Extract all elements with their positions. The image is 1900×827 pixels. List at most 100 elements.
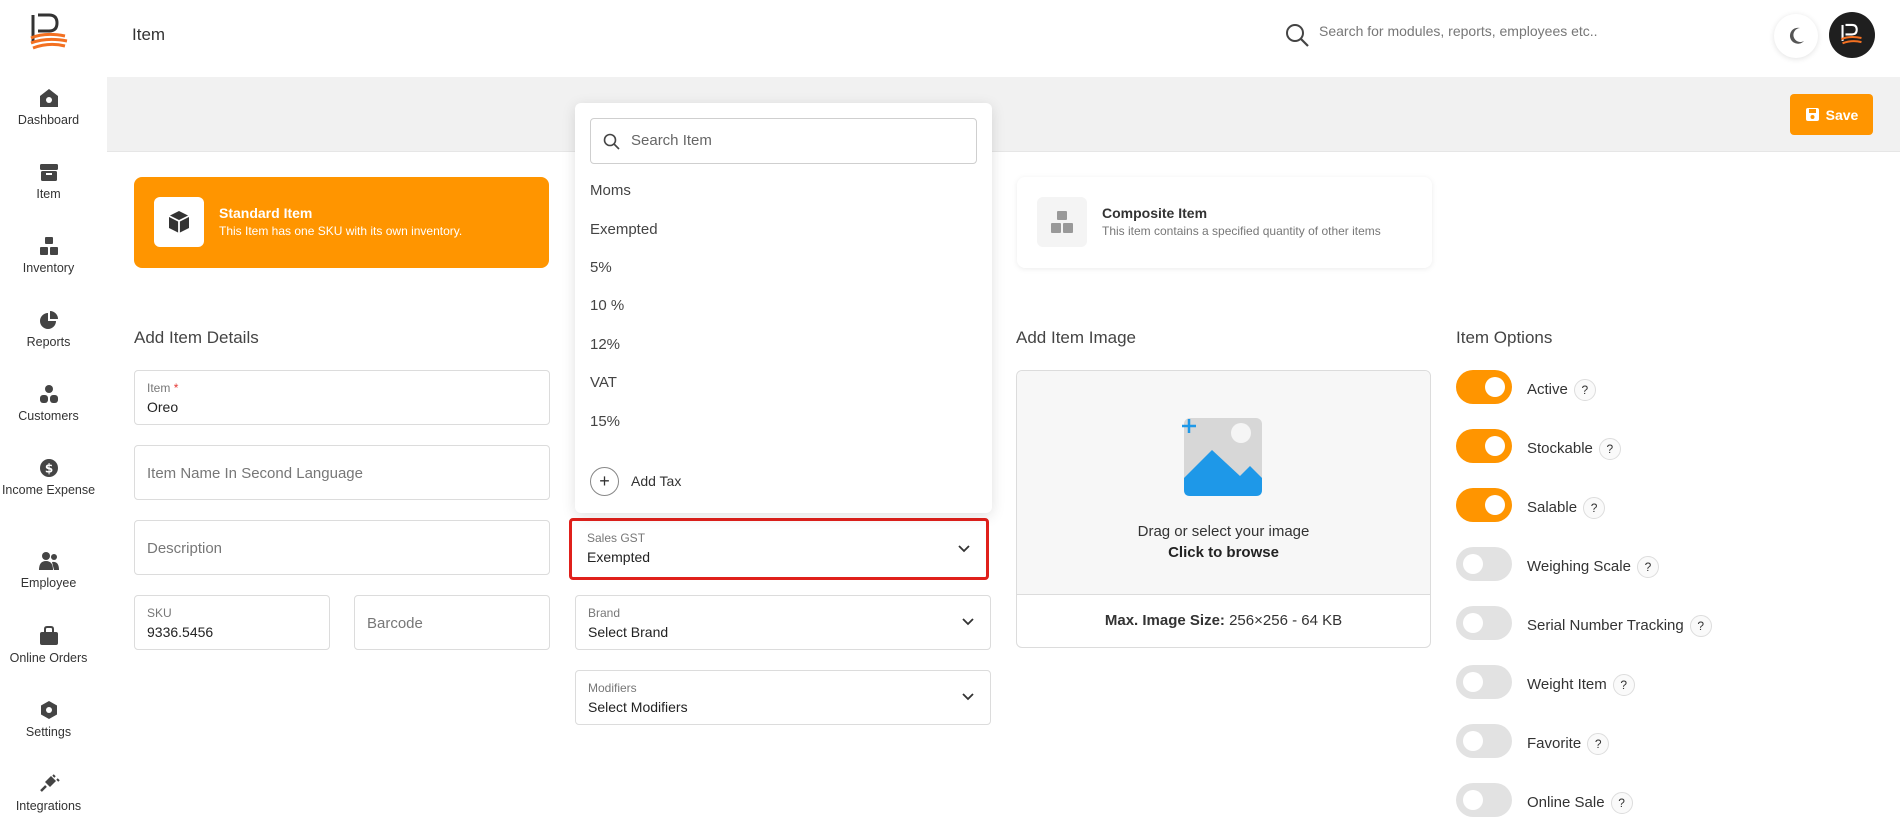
brand-select[interactable]: Brand Select Brand [575, 595, 991, 650]
global-search [1274, 20, 1674, 50]
dropdown-option-12[interactable]: 12% [590, 331, 980, 359]
help-icon[interactable]: ? [1583, 497, 1606, 519]
sidebar-item-income-expense[interactable]: $ Income Expense [0, 458, 97, 499]
item-name-field[interactable]: Item * Oreo [134, 370, 550, 425]
cube-icon [168, 211, 190, 233]
user-logo-icon [1840, 23, 1862, 45]
sidebar-item-label: Integrations [15, 799, 82, 813]
help-icon[interactable]: ? [1636, 556, 1659, 578]
option-label: Favorite? [1527, 733, 1610, 755]
sidebar-item-dashboard[interactable]: Dashboard [0, 88, 97, 129]
card-description: This item contains a specified quantity … [1102, 224, 1381, 238]
composite-item-card[interactable]: Composite Item This item contains a spec… [1017, 177, 1432, 268]
weighing-scale-toggle[interactable] [1456, 547, 1512, 581]
brand-value: Select Brand [588, 624, 669, 640]
brand-label: Brand [588, 606, 621, 620]
help-icon[interactable]: ? [1612, 674, 1635, 696]
barcode-field[interactable]: Barcode [354, 595, 550, 650]
sidebar-item-employee[interactable]: Employee [0, 551, 97, 592]
dropdown-option-moms[interactable]: Moms [590, 177, 980, 205]
floppy-icon [1805, 108, 1819, 121]
moon-icon [1789, 27, 1804, 44]
option-label: Online Sale? [1527, 792, 1633, 814]
drag-image-text: Drag or select your image [1137, 523, 1310, 540]
sidebar-item-reports[interactable]: Reports [0, 310, 97, 351]
sales-gst-dropdown-menu: Moms Exempted 5% 10 % 12% VAT 15% + Add … [575, 103, 992, 513]
modifiers-value: Select Modifiers [588, 699, 688, 715]
sidebar-item-label: Reports [26, 335, 71, 349]
sidebar-item-customers[interactable]: Customers [0, 384, 97, 425]
theme-toggle-button[interactable] [1774, 14, 1818, 58]
sidebar-item-label: Online Orders [9, 651, 88, 665]
sidebar-item-integrations[interactable]: Integrations [0, 774, 97, 815]
help-icon[interactable]: ? [1689, 615, 1712, 637]
search-icon[interactable] [1284, 22, 1310, 48]
page-title: Item [132, 25, 166, 44]
card-description: This Item has one SKU with its own inven… [219, 224, 463, 238]
composite-item-icon-box [1037, 197, 1087, 247]
salable-toggle[interactable] [1456, 488, 1512, 522]
option-label: Weight Item? [1527, 674, 1635, 696]
sidebar-item-settings[interactable]: Settings [0, 700, 97, 741]
stockable-toggle[interactable] [1456, 429, 1512, 463]
avatar[interactable] [1829, 12, 1875, 58]
chevron-down-icon [958, 545, 970, 553]
help-icon[interactable]: ? [1610, 792, 1633, 814]
serial-number-tracking-toggle[interactable] [1456, 606, 1512, 640]
chevron-down-icon [962, 618, 974, 626]
top-header: Item [107, 0, 1900, 77]
modifiers-select[interactable]: Modifiers Select Modifiers [575, 670, 991, 725]
description-placeholder: Description [147, 540, 223, 557]
gear-icon [40, 701, 57, 719]
help-icon[interactable]: ? [1573, 379, 1596, 401]
help-icon[interactable]: ? [1598, 438, 1621, 460]
active-toggle[interactable] [1456, 370, 1512, 404]
dashboard-icon [39, 89, 58, 107]
save-button-label: Save [1825, 106, 1859, 123]
help-icon[interactable]: ? [1587, 733, 1610, 755]
standard-item-card[interactable]: Standard Item This Item has one SKU with… [134, 177, 549, 268]
online-sale-toggle[interactable] [1456, 783, 1512, 817]
sales-gst-select[interactable]: Sales GST Exempted [569, 518, 989, 580]
dollar-icon: $ [39, 459, 58, 477]
inventory-icon [39, 237, 58, 255]
second-language-placeholder: Item Name In Second Language [147, 465, 363, 482]
dropdown-option-5[interactable]: 5% [590, 254, 980, 282]
click-to-browse-link[interactable]: Click to browse [1017, 544, 1430, 561]
sidebar-item-label: Dashboard [17, 113, 80, 127]
sidebar-item-online-orders[interactable]: Online Orders [0, 626, 97, 667]
add-tax-label: Add Tax [631, 473, 682, 489]
dropdown-option-vat[interactable]: VAT [590, 369, 980, 397]
dropdown-option-15[interactable]: 15% [590, 408, 980, 436]
employee-icon [38, 552, 59, 570]
sidebar-item-label: Income Expense [1, 483, 96, 497]
add-tax-button[interactable]: + Add Tax [590, 467, 790, 497]
bag-icon [39, 626, 58, 645]
sidebar-item-inventory[interactable]: Inventory [0, 236, 97, 277]
image-dropzone[interactable]: Drag or select your image Click to brows… [1017, 371, 1430, 595]
dropdown-option-exempted[interactable]: Exempted [590, 216, 980, 244]
sku-field[interactable]: SKU 9336.5456 [134, 595, 330, 650]
sales-gst-label: Sales GST [587, 531, 646, 545]
sidebar-item-item[interactable]: Item [0, 162, 97, 203]
standard-item-icon-box [154, 197, 204, 247]
dropdown-option-10[interactable]: 10 % [590, 292, 980, 320]
card-title: Standard Item [219, 205, 313, 221]
description-field[interactable]: Description [134, 520, 550, 575]
favorite-toggle[interactable] [1456, 724, 1512, 758]
plus-circle-icon: + [590, 467, 619, 496]
add-image-icon [1182, 418, 1262, 496]
max-image-size-label: Max. Image Size: [1104, 612, 1225, 629]
weight-item-toggle[interactable] [1456, 665, 1512, 699]
dropdown-search-input[interactable] [631, 132, 951, 149]
card-title: Composite Item [1102, 205, 1208, 221]
global-search-input[interactable] [1319, 23, 1649, 39]
item-name-value: Oreo [147, 399, 179, 415]
save-button[interactable]: Save [1790, 94, 1873, 135]
option-label: Stockable? [1527, 438, 1621, 460]
option-label: Serial Number Tracking? [1527, 615, 1712, 637]
app-logo[interactable] [27, 12, 71, 52]
second-language-name-field[interactable]: Item Name In Second Language [134, 445, 550, 500]
stacked-boxes-icon [1051, 211, 1073, 233]
image-upload-box: Drag or select your image Click to brows… [1016, 370, 1431, 648]
